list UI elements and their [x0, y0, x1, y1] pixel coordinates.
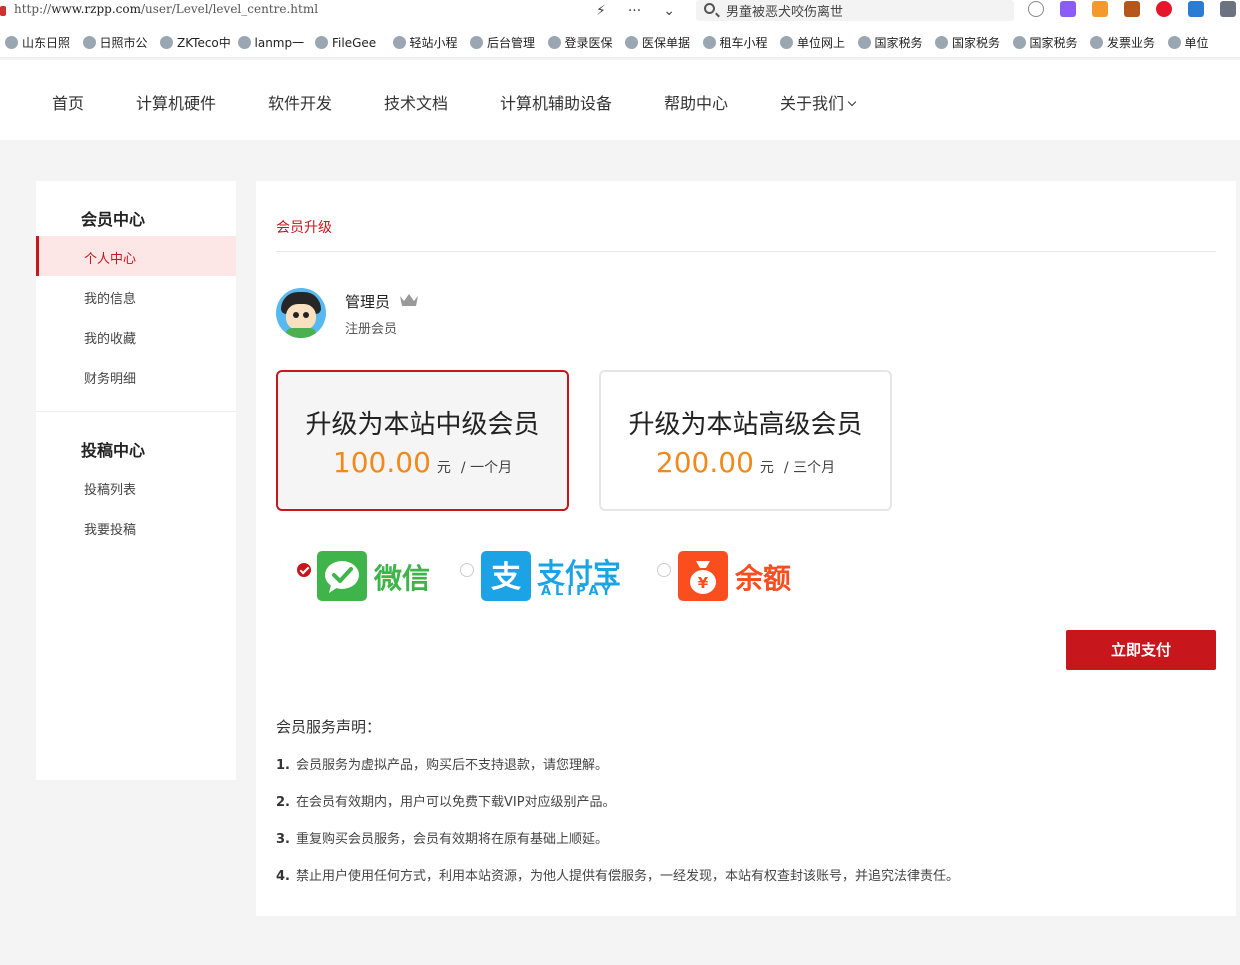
globe-icon: [1167, 36, 1181, 49]
moneybag-icon[interactable]: ¥: [678, 551, 728, 601]
globe-icon: [935, 36, 948, 49]
sidebar-item-submit[interactable]: 我要投稿: [84, 519, 136, 538]
globe-icon: [5, 36, 18, 49]
nav-home[interactable]: 首页: [52, 90, 84, 114]
nav-software[interactable]: 软件开发: [268, 90, 332, 114]
globe-icon: [237, 36, 251, 49]
member-center-heading: 会员中心: [81, 210, 146, 229]
nav-about[interactable]: 关于我们: [780, 90, 857, 114]
screenshot-icon[interactable]: [1220, 1, 1236, 17]
bookmark-item[interactable]: 国家税务: [857, 34, 931, 51]
bookmark-item[interactable]: 日照市公: [82, 34, 156, 51]
globe-icon: [82, 36, 96, 49]
bookmark-item[interactable]: 国家税务: [1012, 34, 1086, 51]
globe-icon: [780, 36, 793, 49]
globe-icon: [625, 36, 638, 49]
wechat-icon[interactable]: [317, 551, 367, 601]
lightning-icon[interactable]: ⚡: [596, 3, 606, 19]
bookmark-item[interactable]: FileGee: [315, 36, 388, 50]
svg-text:支: 支: [491, 560, 521, 595]
globe-icon: [702, 36, 716, 49]
sidebar: 会员中心 个人中心 我的信息 我的收藏 财务明细 投稿中心 投稿列表 我要投稿: [36, 181, 236, 780]
alipay-sublabel: ALIPAY: [541, 584, 615, 599]
plan-price: 100.00 元 / 一个月: [332, 446, 513, 479]
wechat-radio[interactable]: [297, 563, 311, 577]
submission-center-heading: 投稿中心: [81, 441, 146, 460]
wechat-label[interactable]: 微信: [374, 557, 430, 597]
plan-title: 升级为本站中级会员: [305, 410, 540, 440]
sidebar-item-personal-center[interactable]: 个人中心: [84, 248, 136, 267]
notice-item: 1. 会员服务为虚拟产品，购买后不支持退款，请您理解。: [276, 758, 608, 773]
avatar: [276, 288, 326, 338]
main-panel: 会员升级 管理员 注册会员 升级为本站中级会员 100.00 元 / 一个月 升级为…: [256, 181, 1236, 916]
browser-search-input[interactable]: 男童被恶犬咬伤离世: [696, 0, 1014, 21]
bookmark-item[interactable]: ZKTeco中: [160, 34, 233, 51]
notice-item: 4. 禁止用户使用任何方式，利用本站资源，为他人提供有偿服务，一经发现，本站有权查…: [276, 869, 959, 884]
sidebar-item-favorites[interactable]: 我的收藏: [84, 328, 136, 347]
bookmarks-bar: 山东日照 日照市公 ZKTeco中 lanmp一 FileGee 轻站小程 后台管理 登录医保…: [0, 28, 1240, 58]
bookmark-item[interactable]: 单位网上: [780, 34, 853, 51]
notice-item: 3. 重复购买会员服务，会员有效期将在原有基础上顺延。: [276, 832, 608, 847]
bookmark-item[interactable]: 医保单据: [625, 34, 698, 51]
chevron-down-icon: [847, 97, 857, 107]
sidebar-divider: [36, 411, 236, 412]
globe-icon: [547, 36, 561, 49]
bookmark-item[interactable]: 登录医保: [547, 34, 621, 51]
bookmark-item[interactable]: 租车小程: [702, 34, 776, 51]
globe-icon: [470, 36, 483, 49]
nav-about-label: 关于我们: [780, 94, 845, 113]
security-icon: [0, 6, 6, 16]
alipay-radio[interactable]: [460, 563, 474, 577]
plan-title: 升级为本站高级会员: [628, 410, 863, 440]
nav-hardware[interactable]: 计算机硬件: [136, 90, 216, 114]
globe-icon: [1090, 36, 1103, 49]
alipay-icon[interactable]: 支: [481, 551, 531, 601]
translate-icon[interactable]: [1060, 1, 1076, 17]
pay-now-button[interactable]: 立即支付: [1066, 630, 1216, 670]
globe-icon: [1012, 36, 1026, 49]
user-role: 注册会员: [345, 322, 398, 337]
svg-text:¥: ¥: [698, 574, 709, 592]
bookmark-item[interactable]: 单位: [1167, 34, 1240, 51]
nav-peripherals[interactable]: 计算机辅助设备: [500, 90, 612, 114]
globe-icon: [857, 36, 871, 49]
browser-address-bar: http://www.rzpp.com/user/Level/level_cen…: [0, 0, 1240, 28]
top-navigation: 首页 计算机硬件 软件开发 技术文档 计算机辅助设备 帮助中心 关于我们: [0, 60, 1240, 140]
nav-help[interactable]: 帮助中心: [664, 90, 728, 114]
notice-item: 2. 在会员有效期内，用户可以免费下载VIP对应级别产品。: [276, 795, 616, 810]
plan-price: 200.00 元 / 三个月: [655, 446, 836, 479]
globe-icon: [160, 36, 173, 49]
more-icon[interactable]: ···: [628, 3, 641, 19]
chevron-down-icon[interactable]: ⌄: [663, 3, 675, 19]
balance-radio[interactable]: [657, 563, 671, 577]
globe-icon: [315, 36, 328, 49]
balance-label[interactable]: 余额: [735, 557, 791, 597]
weibo-icon[interactable]: [1156, 1, 1172, 17]
search-icon: [704, 3, 715, 14]
plan-card-intermediate[interactable]: 升级为本站中级会员 100.00 元 / 一个月: [276, 370, 569, 511]
bookmark-item[interactable]: 后台管理: [470, 34, 543, 51]
bookmark-item[interactable]: 轻站小程: [392, 34, 466, 51]
globe-icon: [392, 36, 406, 49]
bookmark-item[interactable]: 山东日照: [5, 34, 78, 51]
sidebar-item-my-info[interactable]: 我的信息: [84, 288, 136, 307]
sidebar-item-submission-list[interactable]: 投稿列表: [84, 479, 136, 498]
word-icon[interactable]: [1188, 1, 1204, 17]
notice-title: 会员服务声明：: [276, 718, 382, 736]
plan-card-advanced[interactable]: 升级为本站高级会员 200.00 元 / 三个月: [599, 370, 892, 511]
page-title: 会员升级: [276, 220, 332, 236]
sidebar-item-finance[interactable]: 财务明细: [84, 368, 136, 387]
bookmark-item[interactable]: lanmp一: [237, 34, 311, 51]
scissors-icon[interactable]: [1028, 1, 1044, 17]
bookmark-item[interactable]: 国家税务: [935, 34, 1008, 51]
url-field[interactable]: http://www.rzpp.com/user/Level/level_cen…: [14, 2, 318, 16]
bookmark-item[interactable]: 发票业务: [1090, 34, 1163, 51]
title-divider: [276, 251, 1216, 252]
crown-icon: [400, 294, 418, 306]
nav-docs[interactable]: 技术文档: [384, 90, 448, 114]
game-icon[interactable]: [1092, 1, 1108, 17]
user-name: 管理员: [345, 293, 391, 311]
bear-icon[interactable]: [1124, 1, 1140, 17]
